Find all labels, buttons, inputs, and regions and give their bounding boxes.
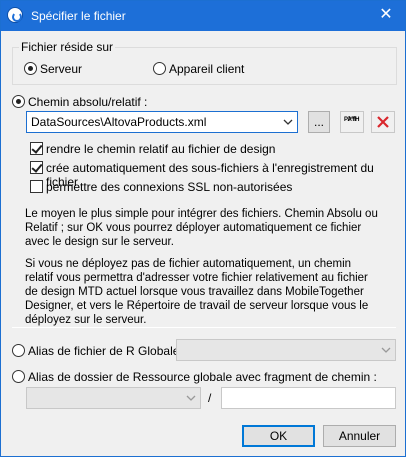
allow-untrusted-ssl-checkbox[interactable] — [30, 180, 43, 193]
cancel-button[interactable]: Annuler — [323, 425, 396, 447]
close-icon[interactable]: ✕ — [377, 6, 395, 24]
absolute-relative-path-label[interactable]: Chemin absolu/relatif : — [28, 95, 147, 109]
path-fragment-input[interactable] — [221, 387, 396, 409]
separator — [12, 327, 396, 328]
allow-untrusted-ssl-label[interactable]: permettre des connexions SSL non-autoris… — [46, 180, 292, 194]
global-folder-alias-radio[interactable] — [12, 370, 25, 383]
info-paragraph-1: Le moyen le plus simple pour intégrer de… — [25, 208, 378, 248]
global-file-alias-label[interactable]: Alias de fichier de R Globale : — [28, 344, 186, 358]
chevron-down-icon[interactable] — [186, 392, 196, 404]
global-folder-alias-combobox[interactable] — [26, 387, 201, 409]
app-icon — [7, 7, 23, 23]
window-title: Spécifier le fichier — [31, 9, 126, 23]
global-file-alias-combobox[interactable] — [176, 339, 396, 361]
info-paragraph-2: Si vous ne déployez pas de fichier autom… — [25, 258, 369, 326]
delete-button[interactable] — [371, 111, 395, 133]
path-button-label: PATH — [344, 117, 360, 123]
chevron-down-icon[interactable] — [283, 116, 293, 128]
title-bar: Spécifier le fichier ✕ — [1, 1, 405, 31]
relative-path-checkbox[interactable] — [30, 142, 43, 155]
server-radio[interactable] — [24, 62, 37, 75]
global-folder-alias-label[interactable]: Alias de dossier de Ressource globale av… — [28, 370, 377, 384]
location-group-legend: Fichier réside sur — [19, 40, 116, 54]
global-file-alias-radio[interactable] — [12, 344, 25, 357]
chevron-down-icon[interactable] — [381, 344, 391, 356]
path-separator: / — [208, 391, 212, 405]
dialog-window: Spécifier le fichier ✕ Fichier réside su… — [0, 0, 406, 457]
absolute-relative-path-radio[interactable] — [12, 95, 25, 108]
delete-x-icon — [377, 116, 389, 128]
path-combobox[interactable]: DataSources\AltovaProducts.xml — [26, 111, 298, 133]
server-radio-label[interactable]: Serveur — [40, 62, 82, 76]
relative-path-label[interactable]: rendre le chemin relatif au fichier de d… — [46, 142, 275, 156]
browse-button[interactable]: ... — [308, 111, 330, 133]
auto-create-subfolders-checkbox[interactable] — [30, 161, 43, 174]
ok-button[interactable]: OK — [242, 425, 315, 447]
client-radio[interactable] — [153, 62, 166, 75]
path-button[interactable]: PATH — [340, 111, 364, 133]
path-value[interactable]: DataSources\AltovaProducts.xml — [31, 115, 206, 129]
client-radio-label[interactable]: Appareil client — [169, 62, 244, 76]
